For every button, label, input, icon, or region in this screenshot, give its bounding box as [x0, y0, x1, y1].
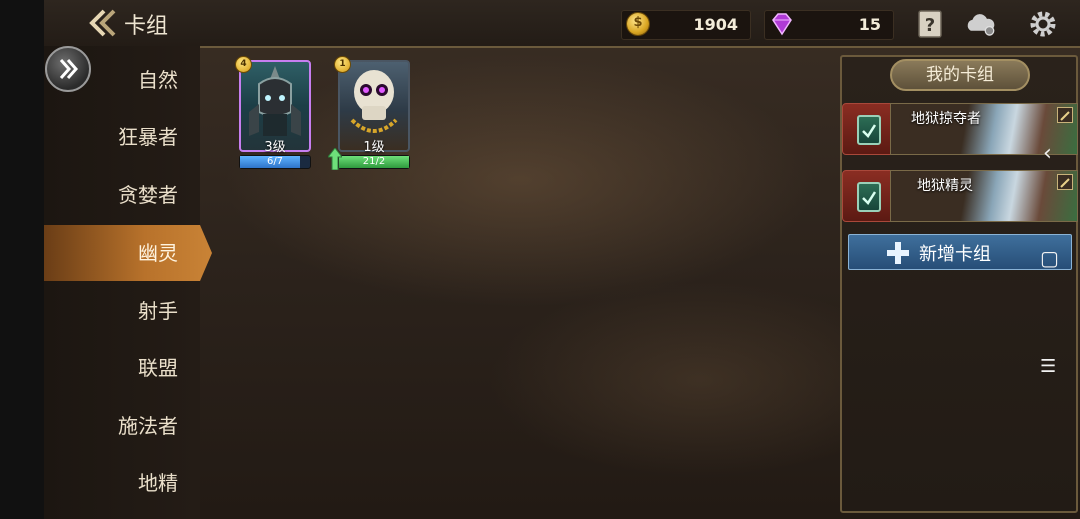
checkmark-icon	[857, 115, 881, 145]
checkmark-icon	[857, 182, 881, 212]
deck-name: 地狱精灵	[917, 178, 973, 194]
add-deck-button[interactable]: 新增卡组	[848, 234, 1072, 270]
plus-icon	[887, 242, 909, 264]
gold-amount: 1904	[693, 15, 738, 34]
screen-edge	[0, 0, 44, 519]
card-cost-badge: 1	[334, 56, 351, 73]
expand-sidebar-button[interactable]	[45, 46, 91, 92]
card-progress-bar: 21/2	[338, 155, 410, 169]
system-back-icon[interactable]: ‹	[1043, 141, 1052, 166]
unit-card[interactable]: 4 3级 6/7	[235, 56, 311, 170]
svg-text:?: ?	[925, 15, 935, 36]
gem-amount: 15	[858, 15, 881, 34]
card-progress-text: 6/7	[266, 156, 284, 167]
sidebar-item-goblin[interactable]: 地精	[44, 455, 200, 511]
cloud-settings-icon[interactable]	[964, 8, 998, 40]
sidebar-item-caster[interactable]: 施法者	[44, 398, 200, 454]
system-menu-icon[interactable]: ☰	[1040, 356, 1056, 377]
help-book-icon[interactable]: ?	[914, 8, 948, 40]
gold-counter[interactable]: 1904	[621, 10, 751, 40]
add-deck-label: 新增卡组	[919, 244, 991, 265]
gem-icon	[772, 13, 792, 36]
card-level: 3级	[264, 140, 286, 155]
sidebar-item-archer[interactable]: 射手	[44, 283, 200, 339]
panel-title: 我的卡组	[890, 59, 1030, 91]
card-level: 1级	[363, 140, 385, 155]
card-progress-bar: 6/7	[239, 155, 311, 169]
upgrade-arrow-icon	[328, 148, 342, 170]
deck-entry[interactable]: 地狱精灵	[842, 168, 1078, 222]
double-chevron-right-icon	[59, 59, 79, 79]
sidebar-item-ghost[interactable]: 幽灵	[44, 225, 212, 281]
deck-banner: 地狱精灵	[890, 170, 1078, 222]
page-title: 卡组	[124, 14, 169, 39]
card-cost-badge: 4	[235, 56, 252, 73]
sidebar-item-berserker[interactable]: 狂暴者	[44, 109, 200, 165]
gold-coin-icon	[627, 13, 649, 35]
edit-pencil-icon[interactable]	[1057, 174, 1073, 190]
back-chevron-icon[interactable]	[84, 7, 118, 39]
card-progress-text: 21/2	[362, 156, 386, 167]
deck-select-tab[interactable]	[842, 103, 892, 155]
system-home-icon[interactable]: ▢	[1040, 246, 1059, 270]
deck-select-tab[interactable]	[842, 170, 892, 222]
edit-pencil-icon[interactable]	[1057, 107, 1073, 123]
deck-name: 地狱掠夺者	[911, 111, 981, 127]
gem-counter[interactable]: 15	[764, 10, 894, 40]
sidebar-item-alliance[interactable]: 联盟	[44, 340, 200, 396]
sidebar-item-greedy[interactable]: 贪婪者	[44, 167, 200, 223]
settings-gear-icon[interactable]	[1026, 8, 1060, 40]
unit-card[interactable]: 1 1级 21/2	[328, 56, 410, 170]
